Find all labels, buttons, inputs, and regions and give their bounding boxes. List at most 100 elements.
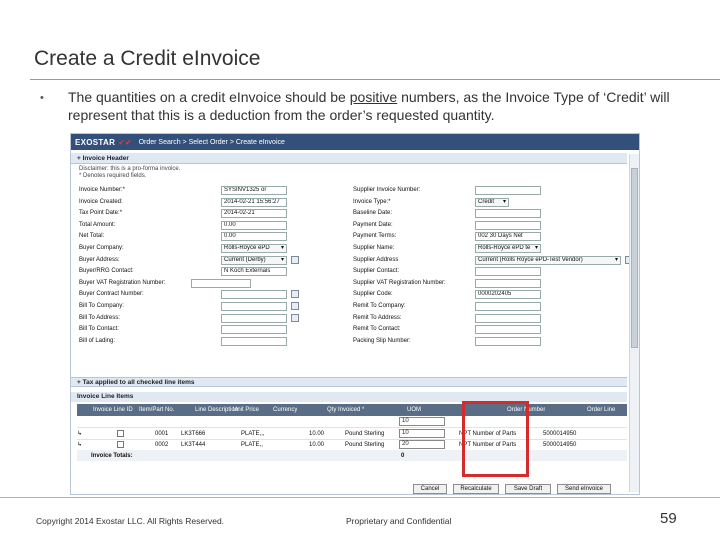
confidential-text: Proprietary and Confidential	[346, 516, 452, 526]
right-field-label: Remit To Address:	[353, 314, 402, 321]
left-field-label: Buyer/RRG Contact:	[79, 268, 134, 275]
left-field-input[interactable]	[221, 290, 287, 300]
left-field-label: Buyer Contract Number:	[79, 291, 144, 298]
send-einvoice-button[interactable]: Send eInvoice	[557, 484, 611, 494]
disclaimer-text: Disclaimer: this is a pro-forma invoice.	[79, 166, 181, 172]
bullet-text: The quantities on a credit eInvoice shou…	[68, 88, 698, 124]
left-field-input[interactable]: Current (Derby)	[221, 255, 287, 265]
column-header[interactable]: UOM	[407, 404, 421, 416]
lookup-icon[interactable]	[291, 313, 299, 322]
left-field-input[interactable]: N Koch Externals	[221, 267, 287, 277]
column-header[interactable]: Line Description	[195, 404, 238, 416]
left-field-input[interactable]: 2014-02-21	[221, 209, 287, 219]
left-field-label: Buyer Address:	[79, 256, 120, 263]
copyright-text: Copyright 2014 Exostar LLC. All Rights R…	[36, 516, 225, 526]
page-number: 59	[660, 510, 677, 527]
table-header-row: Invoice Line ID Item/Part No. Line Descrip…	[77, 404, 627, 416]
right-field-label: Baseline Date:	[353, 210, 393, 217]
column-header[interactable]: Item/Part No.	[139, 404, 174, 416]
right-field-input[interactable]: 002 30 Days Net	[475, 232, 541, 242]
right-field-label: Supplier Code:	[353, 291, 393, 298]
lookup-icon[interactable]	[291, 290, 299, 299]
logo-check-icon: ✔✔	[118, 137, 132, 147]
left-field-input[interactable]	[221, 325, 287, 335]
left-field-label: Buyer Company:	[79, 245, 124, 251]
right-field-input[interactable]	[475, 313, 541, 323]
left-field-label: Net Total:	[79, 233, 105, 240]
right-field-label: Payment Terms:	[353, 233, 397, 240]
invoice-header-toggle[interactable]: + Invoice Header	[71, 153, 627, 164]
right-field-label: Payment Date:	[353, 221, 393, 228]
slide-title: Create a Credit eInvoice	[34, 47, 261, 70]
bullet-text-emphasis: positive	[349, 89, 398, 105]
column-header[interactable]: Invoice Line ID	[93, 404, 133, 416]
left-field-label: Tax Point Date:*	[79, 210, 123, 217]
right-field-input[interactable]	[475, 220, 541, 230]
qty-invoiced-input[interactable]: 20	[399, 440, 445, 449]
invoice-totals-value: 0	[401, 453, 405, 459]
left-field-input[interactable]	[221, 336, 287, 346]
right-field-label: Packing Slip Number:	[353, 337, 411, 344]
left-field-label: Bill of Lading:	[79, 337, 116, 344]
lookup-icon[interactable]	[291, 302, 299, 310]
right-field-input[interactable]	[475, 325, 541, 335]
required-note: * Denotes required fields.	[79, 173, 147, 179]
right-field-input[interactable]	[475, 209, 541, 219]
qty-invoiced-input[interactable]: 10	[399, 429, 445, 438]
lookup-icon[interactable]	[291, 255, 299, 264]
breadcrumb[interactable]: Order Search > Select Order > Create eIn…	[139, 139, 285, 146]
right-field-label: Invoice Type:*	[353, 198, 391, 205]
recalculate-button[interactable]: Recalculate	[453, 484, 499, 494]
left-field-label: Bill To Company:	[79, 303, 124, 309]
right-field-input[interactable]: 0000202405	[475, 290, 541, 300]
right-field-input[interactable]: Current (Rolls Royce ePD-Test Vendor)	[475, 255, 621, 265]
right-field-label: Supplier Address	[353, 256, 399, 263]
qty-highlight-box	[462, 401, 529, 477]
cancel-button[interactable]: Cancel	[413, 484, 447, 494]
row-checkbox[interactable]	[117, 441, 124, 448]
action-buttons: Cancel Recalculate Save Draft Send eInvoice	[71, 482, 639, 494]
left-field-input[interactable]	[191, 278, 251, 288]
right-field-input[interactable]	[475, 186, 541, 195]
right-field-label: Supplier Contact:	[353, 268, 400, 275]
left-field-input[interactable]: 2014-02-21 15:56:27	[221, 197, 287, 207]
left-field-input[interactable]	[221, 302, 287, 311]
qty-filter-input[interactable]: 10	[399, 417, 445, 426]
scrollbar-thumb[interactable]	[631, 168, 638, 348]
left-field-label: Invoice Created:	[79, 198, 123, 205]
column-header[interactable]: Order Line	[587, 404, 615, 416]
exostar-logo: EXOSTAR	[75, 137, 116, 147]
right-field-label: Supplier Invoice Number:	[353, 187, 421, 193]
left-field-input[interactable]: SYSINV1325 or	[221, 186, 287, 195]
left-field-label: Invoice Number:*	[79, 187, 126, 193]
bullet-text-start: The quantities on a credit eInvoice shou…	[68, 89, 350, 105]
column-header[interactable]: Qty Invoiced *	[327, 404, 364, 416]
left-field-input[interactable]: 0.00	[221, 232, 287, 242]
left-field-input[interactable]: 0.00	[221, 220, 287, 230]
right-field-input[interactable]	[475, 278, 541, 288]
right-field-label: Remit To Company:	[353, 303, 406, 309]
left-field-input[interactable]	[221, 313, 287, 323]
left-field-label: Bill To Contact:	[79, 326, 119, 333]
einvoice-screenshot: EXOSTAR ✔✔ Order Search > Select Order >…	[70, 133, 640, 495]
left-field-input[interactable]: Rolls-Royce ePD	[221, 244, 287, 253]
app-top-bar: EXOSTAR ✔✔ Order Search > Select Order >…	[71, 134, 639, 150]
right-field-label: Supplier Name:	[353, 245, 395, 251]
right-field-input[interactable]	[475, 302, 541, 311]
right-field-input[interactable]: Rolls-Royce ePD te	[475, 244, 541, 253]
left-field-label: Total Amount:	[79, 221, 116, 228]
column-header[interactable]: Unit Price	[233, 404, 259, 416]
row-checkbox[interactable]	[117, 430, 124, 437]
save-draft-button[interactable]: Save Draft	[505, 484, 551, 494]
right-field-input[interactable]: Credit	[475, 197, 509, 207]
left-field-label: Bill To Address:	[79, 314, 120, 321]
left-field-label: Buyer VAT Registration Number:	[79, 279, 166, 286]
invoice-totals-label: Invoice Totals:	[91, 453, 133, 459]
column-header[interactable]: Currency	[273, 404, 297, 416]
filter-row: 10	[77, 416, 627, 428]
vertical-scrollbar[interactable]	[629, 154, 639, 492]
right-field-input[interactable]	[475, 336, 541, 346]
invoice-totals-row: Invoice Totals: 0	[77, 450, 627, 461]
right-field-input[interactable]	[475, 267, 541, 277]
tax-toggle[interactable]: + Tax applied to all checked line items	[71, 377, 627, 387]
